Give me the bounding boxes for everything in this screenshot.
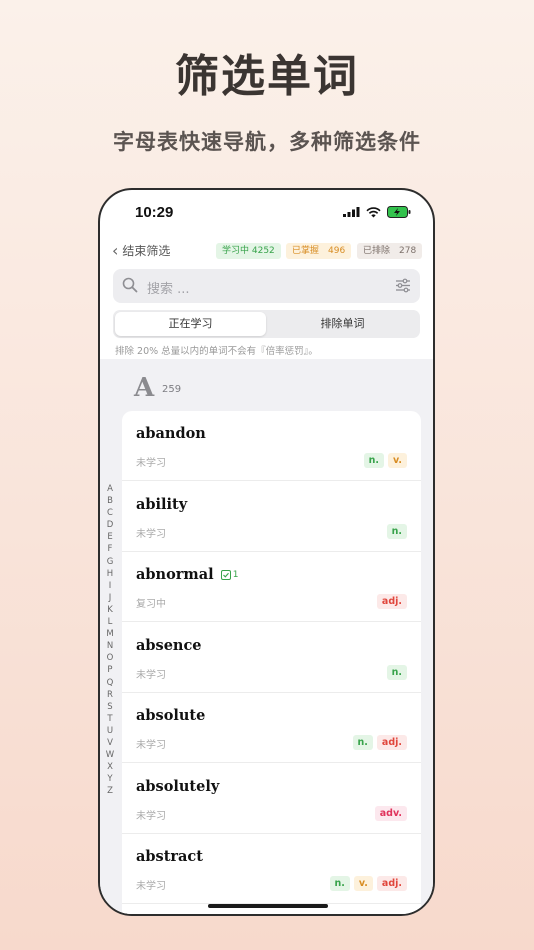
word-status: 复习中: [136, 599, 166, 610]
word-text: absolutely: [136, 777, 220, 795]
phone-frame: 10:29 ‹ 结束筛选 学习中 4252 已掌握 496 已排除 278 搜索…: [98, 188, 435, 916]
alphabet-index[interactable]: ABCDEFGHIJKLMNOPQRSTUVWXYZ: [105, 483, 115, 797]
promo-title: 筛选单词: [175, 51, 359, 102]
word-text: abnormal: [136, 566, 214, 583]
learning-count-badge: 学习中 4252: [216, 243, 281, 259]
word-status: 未学习: [136, 669, 166, 681]
word-text: abstract: [136, 848, 203, 865]
wifi-icon: [366, 206, 381, 217]
word-status: 未学习: [136, 881, 166, 892]
section-count: 259: [162, 384, 182, 395]
index-letter-x[interactable]: X: [105, 761, 115, 773]
pos-tags: adj.: [376, 594, 407, 609]
word-status: 未学习: [136, 528, 166, 540]
pos-tags: n. v.: [363, 453, 407, 468]
index-letter-r[interactable]: R: [105, 689, 115, 701]
index-letter-j[interactable]: J: [105, 592, 115, 604]
mastered-count-badge: 已掌握 496: [286, 243, 352, 259]
word-status: 未学习: [136, 810, 166, 822]
pos-tags: n.: [386, 664, 407, 680]
review-count-value: 1: [232, 570, 239, 580]
index-letter-l[interactable]: L: [105, 616, 115, 628]
word-text: absolute: [136, 707, 206, 724]
index-letter-f[interactable]: F: [105, 543, 115, 555]
pos-tag: adj.: [376, 876, 407, 891]
pos-tag: v.: [353, 876, 373, 891]
word-row[interactable]: absolute 未学习 n. adj.: [122, 693, 421, 763]
pos-tag: adv.: [374, 805, 407, 821]
back-button[interactable]: ‹ 结束筛选: [112, 242, 170, 259]
status-bar: 10:29: [100, 190, 433, 234]
index-letter-u[interactable]: U: [105, 725, 115, 737]
tab-learning[interactable]: 正在学习: [115, 312, 266, 336]
pos-tag: n.: [386, 664, 407, 680]
pos-tag: adj.: [376, 735, 407, 750]
promo-subtitle: 字母表快速导航，多种筛选条件: [113, 130, 421, 154]
excluded-count-badge: 已排除 278: [357, 243, 423, 259]
word-row[interactable]: abandon 未学习 n. v.: [122, 411, 421, 481]
signal-icon: [343, 207, 360, 217]
pos-tags: n. v. adj.: [329, 876, 407, 891]
checkbox-icon: [220, 570, 231, 580]
index-letter-b[interactable]: B: [105, 495, 115, 507]
word-row[interactable]: absolutely 未学习 adv.: [122, 764, 421, 834]
word-row[interactable]: abnormal 1 复习中 adj.: [122, 552, 421, 622]
word-status: 未学习: [136, 740, 166, 751]
pos-tag: n.: [352, 735, 373, 750]
search-input[interactable]: 搜索 ...: [113, 269, 420, 303]
pos-tag: n.: [363, 453, 384, 468]
pos-tags: adv.: [374, 805, 407, 821]
chevron-left-icon: ‹: [112, 240, 119, 260]
section-letter: A: [134, 373, 155, 403]
pos-tag: n.: [329, 876, 350, 891]
index-letter-m[interactable]: M: [105, 628, 115, 640]
word-list-area[interactable]: A 259 ABCDEFGHIJKLMNOPQRSTUVWXYZ abandon…: [100, 359, 433, 914]
word-text: abandon: [136, 425, 206, 442]
word-text: absence: [136, 636, 202, 654]
index-letter-h[interactable]: H: [105, 568, 115, 580]
word-row[interactable]: absence 未学习 n.: [122, 623, 421, 693]
index-letter-y[interactable]: Y: [105, 773, 115, 785]
word-text: ability: [136, 495, 188, 513]
word-row[interactable]: abstract 未学习 n. v. adj.: [122, 834, 421, 904]
index-letter-t[interactable]: T: [105, 713, 115, 725]
index-letter-v[interactable]: V: [105, 737, 115, 749]
index-letter-d[interactable]: D: [105, 519, 115, 531]
index-letter-s[interactable]: S: [105, 701, 115, 713]
index-letter-q[interactable]: Q: [105, 677, 115, 689]
tab-excluded[interactable]: 排除单词: [267, 312, 418, 336]
index-letter-c[interactable]: C: [105, 507, 115, 519]
word-list-card: abandon 未学习 n. v. ability 未学习 n. abnormal 1 复习中 ad…: [122, 411, 421, 914]
back-label: 结束筛选: [122, 244, 171, 258]
index-letter-a[interactable]: A: [105, 483, 115, 495]
index-letter-z[interactable]: Z: [105, 785, 115, 797]
status-time: 10:29: [135, 204, 174, 221]
status-icons: [343, 206, 411, 218]
index-letter-o[interactable]: O: [105, 652, 115, 664]
index-letter-e[interactable]: E: [105, 531, 115, 543]
word-row[interactable]: ability 未学习 n.: [122, 482, 421, 552]
index-letter-w[interactable]: W: [105, 749, 115, 761]
nav-bar: ‹ 结束筛选 学习中 4252 已掌握 496 已排除 278: [100, 236, 433, 264]
index-letter-i[interactable]: I: [105, 580, 115, 592]
index-letter-g[interactable]: G: [105, 556, 115, 568]
pos-tag: adj.: [376, 594, 407, 609]
filter-sliders-icon[interactable]: [395, 278, 411, 293]
home-indicator[interactable]: [208, 904, 328, 908]
search-icon: [122, 277, 138, 293]
pos-tag: n.: [386, 523, 407, 539]
exclusion-note: 排除 20% 总量以内的单词不会有『倍率惩罚』。: [115, 346, 318, 357]
review-count: 1: [220, 570, 239, 580]
segmented-control: 正在学习 排除单词: [113, 310, 420, 338]
pos-tags: n.: [386, 523, 407, 539]
battery-charging-icon: [387, 206, 411, 218]
pos-tags: n. adj.: [352, 735, 407, 750]
index-letter-k[interactable]: K: [105, 604, 115, 616]
word-status: 未学习: [136, 458, 166, 469]
index-letter-p[interactable]: P: [105, 664, 115, 676]
index-letter-n[interactable]: N: [105, 640, 115, 652]
search-placeholder: 搜索 ...: [147, 282, 190, 297]
pos-tag: v.: [387, 453, 407, 468]
